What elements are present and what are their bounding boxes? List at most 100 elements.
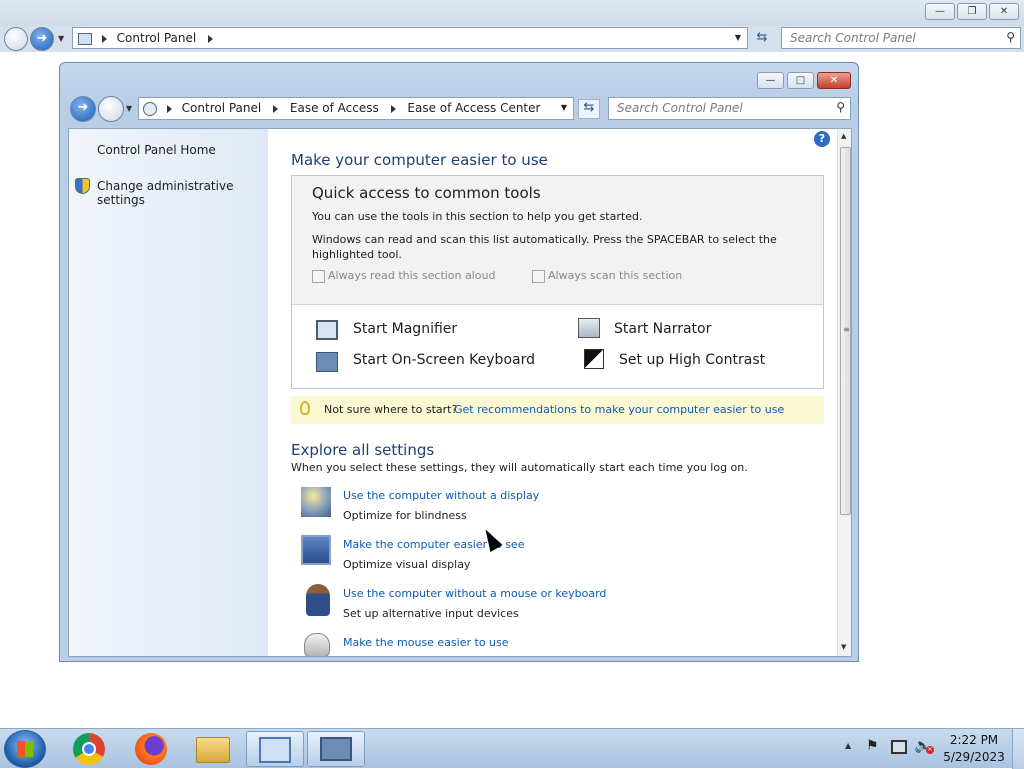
show-desktop-button[interactable]: [1012, 729, 1024, 769]
control-panel-icon: [78, 32, 92, 45]
on-screen-keyboard-icon: [316, 352, 338, 372]
without-mouse-keyboard-link[interactable]: Use the computer without a mouse or keyb…: [343, 587, 606, 600]
quick-access-panel: Quick access to common tools You can use…: [291, 175, 824, 389]
inner-back-button[interactable]: ➜: [70, 96, 96, 122]
explore-desc: When you select these settings, they wil…: [291, 461, 748, 474]
lightbulb-icon: [300, 401, 310, 415]
breadcrumb-ease-of-access[interactable]: Ease of Access: [290, 101, 379, 115]
taskbar: ▲ ⚑ 🔈 ✕ 2:22 PM 5/29/2023: [0, 728, 1024, 769]
inner-maximize-button[interactable]: □: [787, 72, 814, 89]
taskbar-on-screen-keyboard[interactable]: [307, 731, 365, 767]
inner-minimize-button[interactable]: —: [757, 72, 784, 89]
mute-badge-icon: ✕: [926, 746, 934, 754]
get-recommendations-link[interactable]: Get recommendations to make your compute…: [454, 403, 784, 416]
refresh-icon[interactable]: ⇆: [752, 30, 772, 48]
start-narrator-link[interactable]: Start Narrator: [614, 321, 711, 337]
inner-recent-pages-icon[interactable]: ▼: [126, 104, 132, 113]
read-aloud-checkbox[interactable]: Always read this section aloud: [312, 269, 496, 283]
taskbar-control-panel[interactable]: [246, 731, 304, 767]
inner-refresh-icon[interactable]: ⇆: [578, 99, 600, 119]
quick-access-heading: Quick access to common tools: [312, 184, 541, 202]
minimize-button[interactable]: —: [925, 3, 955, 20]
breadcrumb-separator-icon: [101, 34, 107, 43]
breadcrumb-control-panel[interactable]: Control Panel: [182, 101, 262, 115]
mouse-icon: [304, 633, 330, 656]
breadcrumb-separator-icon[interactable]: [208, 34, 214, 43]
mouse-easier-link[interactable]: Make the mouse easier to use: [343, 636, 509, 649]
explore-heading: Explore all settings: [291, 441, 435, 459]
uac-shield-icon: [75, 178, 90, 194]
clock-date[interactable]: 5/29/2023: [943, 750, 1005, 764]
inner-search-icon[interactable]: ⚲: [836, 97, 845, 117]
scroll-up-arrow-icon[interactable]: ▲: [841, 132, 846, 140]
show-hidden-icons[interactable]: ▲: [845, 741, 851, 750]
optimize-blindness-text: Optimize for blindness: [343, 509, 467, 522]
breadcrumb-separator-icon[interactable]: [273, 104, 279, 113]
back-button[interactable]: [4, 27, 28, 51]
optimize-visual-text: Optimize visual display: [343, 558, 471, 571]
taskbar-firefox[interactable]: [122, 731, 180, 767]
vertical-scrollbar[interactable]: ▲ ≡ ▼: [837, 129, 851, 656]
start-button[interactable]: [4, 730, 46, 768]
inner-forward-button[interactable]: [98, 96, 124, 122]
breadcrumb-separator-icon[interactable]: [390, 104, 396, 113]
outer-address-bar[interactable]: Control Panel ▼: [72, 27, 748, 49]
scroll-down-arrow-icon[interactable]: ▼: [841, 643, 846, 651]
narrator-icon: [578, 318, 600, 338]
close-button[interactable]: ✕: [989, 3, 1019, 20]
restore-button[interactable]: ❐: [957, 3, 987, 20]
search-icon[interactable]: ⚲: [1006, 27, 1015, 47]
checkbox-icon[interactable]: [312, 269, 325, 283]
ease-of-access-icon: [143, 101, 157, 116]
quick-access-header: Quick access to common tools You can use…: [292, 176, 823, 305]
ease-of-access-center-window: — □ ✕ ➜ ▼ Control Panel Ease of Access E…: [59, 62, 859, 662]
magnifier-icon: [316, 320, 338, 340]
checkbox-icon[interactable]: [532, 269, 545, 283]
taskbar-explorer[interactable]: [184, 731, 242, 767]
thumb-grip-icon: ≡: [843, 325, 850, 334]
quick-access-desc: You can use the tools in this section to…: [312, 210, 643, 223]
inner-address-dropdown-icon[interactable]: ▼: [561, 98, 567, 118]
start-on-screen-keyboard-link[interactable]: Start On-Screen Keyboard: [353, 352, 535, 368]
breadcrumb-ease-of-access-center[interactable]: Ease of Access Center: [407, 101, 540, 115]
control-panel-home-link[interactable]: Control Panel Home: [97, 143, 216, 157]
task-pane: Control Panel Home Change administrative…: [69, 129, 268, 656]
breadcrumb-separator-icon: [166, 104, 172, 113]
network-icon[interactable]: [891, 740, 907, 754]
outer-nav-bar: ➜ ▼ Control Panel ▼ ⇆ Search Control Pan…: [0, 26, 1024, 52]
recommendation-bar: Not sure where to start? Get recommendat…: [291, 396, 824, 424]
window-body: Control Panel Home Change administrative…: [68, 128, 852, 657]
quick-access-scan-desc: Windows can read and scan this list auto…: [312, 233, 777, 261]
alternative-input-text: Set up alternative input devices: [343, 607, 519, 620]
scan-checkbox[interactable]: Always scan this section: [532, 269, 682, 283]
firefox-icon: [135, 733, 167, 765]
breadcrumb-control-panel[interactable]: Control Panel: [117, 31, 197, 45]
user-input-icon: [306, 584, 330, 616]
magnify-display-icon: [301, 535, 331, 565]
outer-search-input[interactable]: Search Control Panel ⚲: [781, 27, 1021, 49]
clock-time[interactable]: 2:22 PM: [943, 733, 1005, 747]
high-contrast-icon: [584, 349, 604, 369]
outer-title-bar: — ❐ ✕: [0, 0, 1024, 26]
keyboard-taskbar-icon: [320, 737, 352, 761]
use-without-display-link[interactable]: Use the computer without a display: [343, 489, 539, 502]
scrollbar-thumb[interactable]: ≡: [840, 147, 851, 515]
set-up-high-contrast-link[interactable]: Set up High Contrast: [619, 352, 765, 368]
display-off-icon: [301, 487, 331, 517]
page-title: Make your computer easier to use: [291, 151, 548, 169]
taskbar-chrome[interactable]: [60, 731, 118, 767]
start-magnifier-link[interactable]: Start Magnifier: [353, 321, 457, 337]
inner-address-bar[interactable]: Control Panel Ease of Access Ease of Acc…: [138, 97, 574, 120]
help-icon[interactable]: ?: [814, 131, 830, 147]
change-admin-settings-link[interactable]: Change administrative settings: [97, 179, 268, 207]
forward-button[interactable]: ➜: [30, 27, 54, 51]
inner-search-input[interactable]: Search Control Panel ⚲: [608, 97, 851, 120]
inner-close-button[interactable]: ✕: [817, 72, 851, 89]
chrome-icon: [73, 733, 105, 765]
recent-pages-icon[interactable]: ▼: [58, 34, 64, 43]
control-panel-taskbar-icon: [259, 737, 291, 763]
action-center-flag-icon[interactable]: ⚑: [866, 738, 879, 754]
main-content: ? Make your computer easier to use Quick…: [268, 129, 838, 656]
address-dropdown-icon[interactable]: ▼: [735, 28, 741, 48]
folder-icon: [196, 737, 230, 763]
